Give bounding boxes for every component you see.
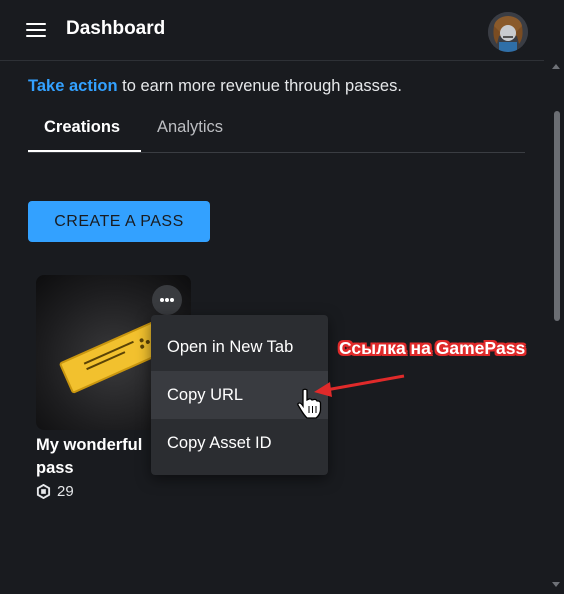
hamburger-menu-icon[interactable] <box>26 23 46 37</box>
active-tab-indicator <box>28 150 141 152</box>
page: Dashboard Take action to earn more reven… <box>0 0 564 594</box>
avatar[interactable] <box>488 12 528 52</box>
top-bar: Dashboard <box>0 0 564 60</box>
scroll-up-icon[interactable] <box>552 64 560 69</box>
annotation-label: Ссылка на GamePass <box>339 338 526 358</box>
menu-item-open-new-tab[interactable]: Open in New Tab <box>151 323 328 371</box>
avatar-image <box>488 12 528 52</box>
page-title: Dashboard <box>66 18 166 39</box>
robux-icon <box>36 484 51 499</box>
pass-price-value: 29 <box>57 483 74 500</box>
tab-analytics[interactable]: Analytics <box>157 118 223 137</box>
tab-creations[interactable]: Creations <box>44 118 120 137</box>
scrollbar-thumb[interactable] <box>554 111 560 321</box>
more-options-icon[interactable] <box>152 285 182 315</box>
promo-text: Take action to earn more revenue through… <box>28 77 402 96</box>
menu-item-copy-asset-id[interactable]: Copy Asset ID <box>151 419 328 467</box>
create-pass-button[interactable]: CREATE A PASS <box>28 201 210 242</box>
arrow-annotation <box>314 374 405 397</box>
pass-price: 29 <box>36 483 74 500</box>
pointer-cursor-icon <box>297 388 322 419</box>
promo-rest: to earn more revenue through passes. <box>117 77 402 95</box>
header-divider <box>0 60 544 61</box>
take-action-link[interactable]: Take action <box>28 77 118 95</box>
tab-bar: Creations Analytics <box>28 110 525 153</box>
scroll-down-icon[interactable] <box>552 582 560 587</box>
pass-name[interactable]: My wonderful pass <box>36 434 156 480</box>
